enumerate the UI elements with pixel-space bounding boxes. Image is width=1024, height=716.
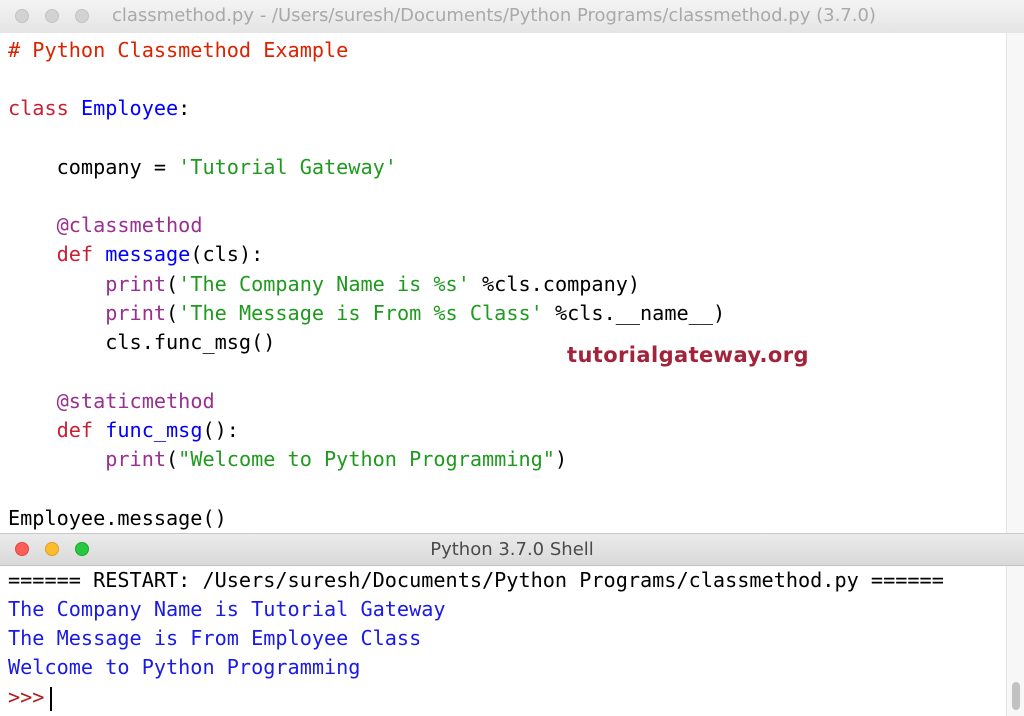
code-text: (cls): [190, 242, 264, 266]
builtin: print [105, 272, 167, 296]
code-text: %cls.company) [469, 272, 641, 296]
code-line-7: print('The Message is From %s Class' %cl… [8, 299, 725, 328]
code-line-4: @classmethod [8, 211, 203, 240]
code-punct: : [178, 96, 191, 120]
keyword: def [56, 242, 94, 266]
keyword: class [8, 96, 69, 120]
code-line-1: # Python Classmethod Example [8, 38, 349, 62]
code-line-2: class Employee: [8, 94, 190, 123]
restart-line: ====== RESTART: /Users/suresh/Documents/… [8, 568, 944, 592]
code-editor[interactable]: # Python Classmethod Example class Emplo… [0, 33, 1006, 533]
editor-close-button[interactable] [15, 9, 29, 23]
output-line: The Company Name is Tutorial Gateway [8, 597, 446, 621]
string-literal: 'The Message is From %s Class' [178, 301, 543, 325]
keyword: def [56, 418, 94, 442]
code-text: (): [202, 418, 239, 442]
output-line: The Message is From Employee Class [8, 626, 422, 650]
code-line-6: print('The Company Name is %s' %cls.comp… [8, 270, 640, 299]
code-text: company = [8, 155, 179, 179]
code-line-5: def message(cls): [8, 240, 264, 269]
class-name: Employee [80, 96, 179, 120]
code-line-10: def func_msg(): [8, 416, 239, 445]
builtin: print [105, 301, 167, 325]
shell-titlebar: Python 3.7.0 Shell [0, 533, 1024, 566]
shell-scrollbar[interactable] [1006, 566, 1024, 716]
editor-zoom-button[interactable] [75, 9, 89, 23]
code-line-12: Employee.message() [8, 506, 227, 530]
watermark-text: tutorialgateway.org [567, 343, 809, 367]
editor-window-title: classmethod.py - /Users/suresh/Documents… [112, 5, 876, 26]
shell-window-title: Python 3.7.0 Shell [430, 539, 594, 560]
decorator: @staticmethod [56, 389, 215, 413]
code-line-8: cls.func_msg() [8, 330, 276, 354]
text-cursor [50, 686, 53, 711]
string-literal: 'Tutorial Gateway' [178, 155, 397, 179]
code-punct: ( [166, 301, 179, 325]
prompt-line[interactable]: >>> [8, 683, 53, 712]
code-punct: ( [166, 447, 179, 471]
code-text: %cls.__name__) [542, 301, 726, 325]
shell-console[interactable]: ====== RESTART: /Users/suresh/Documents/… [0, 566, 1006, 716]
editor-scrollbar[interactable] [1006, 33, 1024, 533]
shell-prompt: >>> [8, 685, 45, 709]
editor-titlebar: classmethod.py - /Users/suresh/Documents… [0, 0, 1024, 34]
shell-scrollbar-thumb[interactable] [1012, 682, 1020, 710]
editor-minimize-button[interactable] [45, 9, 59, 23]
code-punct: ) [554, 447, 568, 471]
function-name: message [105, 242, 191, 266]
code-punct: ( [166, 272, 179, 296]
code-line-3: company = 'Tutorial Gateway' [8, 153, 397, 182]
string-literal: "Welcome to Python Programming" [178, 447, 555, 471]
function-name: func_msg [105, 418, 203, 442]
output-line: Welcome to Python Programming [8, 655, 361, 679]
code-line-9: @staticmethod [8, 387, 215, 416]
builtin: print [105, 447, 167, 471]
decorator: @classmethod [56, 213, 203, 237]
string-literal: 'The Company Name is %s' [178, 272, 470, 296]
code-line-11: print("Welcome to Python Programming") [8, 445, 567, 474]
